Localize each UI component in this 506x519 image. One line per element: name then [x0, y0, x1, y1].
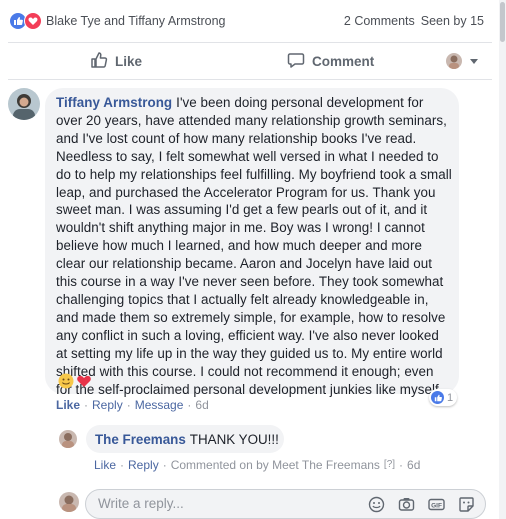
reply-input-placeholder: Write a reply... [98, 496, 184, 511]
reply-author[interactable]: The Freemans [95, 432, 186, 447]
reply-timestamp[interactable]: 6d [407, 457, 420, 473]
info-badge[interactable]: [?] [384, 457, 395, 473]
comment-message-link[interactable]: Message [135, 397, 184, 413]
comment-emojis [58, 373, 92, 394]
reply-meta: Like · Reply · Commented on by Meet The … [94, 457, 421, 473]
reply-body: The Freemans THANK YOU!!! [95, 431, 279, 448]
divider [8, 79, 492, 80]
composer-icons: GIF [368, 496, 475, 518]
reactors-names[interactable]: Blake Tye and Tiffany Armstrong [46, 12, 226, 30]
like-reaction-icon [431, 391, 444, 404]
smile-emoji-icon [58, 373, 74, 394]
comment-label: Comment [312, 53, 375, 69]
commented-on-by[interactable]: Commented on by Meet The Freemans [171, 457, 380, 473]
reply-input[interactable]: Write a reply... GIF [85, 489, 486, 519]
avatar[interactable] [59, 430, 77, 448]
heart-emoji-icon [76, 373, 92, 394]
comment-button[interactable]: Comment [287, 48, 374, 74]
scrollbar-thumb[interactable] [500, 2, 505, 42]
emoji-icon[interactable] [368, 496, 385, 518]
avatar[interactable] [59, 492, 79, 512]
camera-icon[interactable] [398, 496, 415, 518]
comment-author[interactable]: Tiffany Armstrong [56, 95, 172, 110]
seen-by-count[interactable]: Seen by 15 [421, 12, 484, 30]
thumbs-up-icon [90, 51, 108, 72]
post-action-bar: Like Comment [0, 48, 492, 74]
post-stats: 2 Comments Seen by 15 [344, 12, 484, 30]
comment-timestamp[interactable]: 6d [195, 397, 208, 413]
reply-like-link[interactable]: Like [94, 457, 116, 473]
like-button[interactable]: Like [90, 48, 142, 74]
gif-icon[interactable]: GIF [428, 496, 445, 518]
avatar[interactable] [8, 88, 40, 120]
post-as-selector[interactable] [446, 48, 479, 74]
svg-text:GIF: GIF [431, 502, 442, 509]
reaction-count: 1 [447, 391, 454, 404]
comment-meta: Like · Reply · Message · 6d [56, 397, 209, 413]
sticker-icon[interactable] [458, 496, 475, 518]
comment-text: I've been doing personal development for… [56, 95, 452, 397]
like-label: Like [115, 53, 143, 69]
love-reaction-icon [24, 12, 42, 30]
comment-reply-link[interactable]: Reply [92, 397, 123, 413]
comment-icon [287, 51, 305, 72]
comment-body: Tiffany Armstrong I've been doing persona… [56, 94, 452, 398]
scrollbar[interactable] [499, 0, 506, 519]
reply-reply-link[interactable]: Reply [128, 457, 159, 473]
reactions-summary[interactable] [9, 12, 42, 30]
divider [8, 42, 492, 43]
caret-down-icon [469, 54, 479, 69]
comment-like-link[interactable]: Like [56, 397, 80, 413]
comment-reaction-badge[interactable]: 1 [429, 389, 458, 406]
reply-text: THANK YOU!!! [189, 432, 279, 447]
comments-count[interactable]: 2 Comments [344, 12, 415, 30]
avatar [446, 53, 462, 69]
